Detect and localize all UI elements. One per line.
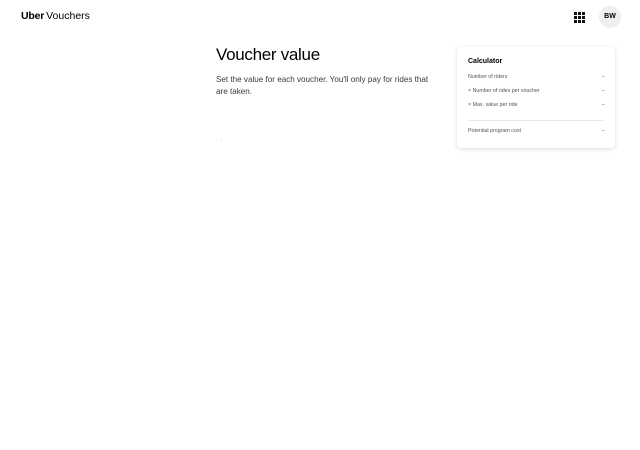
grid-dot [581,11,585,15]
page-title: Voucher value [216,45,320,64]
page-description: Set the value for each voucher. You'll o… [216,75,429,97]
uber-vouchers-logo[interactable]: Uber Vouchers [21,10,90,23]
grid-dot [581,15,585,19]
grid-dot [573,11,577,15]
grid-dot [577,19,581,23]
calc-row-max-value: × Max. value per ride -- [468,101,605,109]
calc-row-value: -- [601,88,605,94]
calc-total-value: -- [601,128,605,134]
calculator-title: Calculator [468,58,503,65]
calc-row-rides-per-voucher: × Number of rides per voucher -- [468,87,605,95]
apps-grid-icon[interactable] [569,7,589,27]
calc-divider [468,120,604,121]
top-bar: Uber Vouchers BW [0,0,640,34]
logo-brand: Uber [21,10,45,22]
calc-row-value: -- [601,74,605,80]
user-avatar[interactable]: BW [599,6,621,28]
calc-row-total: Potential program cost -- [468,127,605,135]
loading-indicator [221,139,222,140]
calc-row-label: Number of riders [468,74,508,80]
page: Uber Vouchers BW Voucher value Set the va… [0,0,640,450]
calc-row-value: -- [601,102,605,108]
grid-dot [577,15,581,19]
calculator-card: Calculator Number of riders -- × Number … [457,47,615,148]
calc-row-label: × Number of rides per voucher [468,88,540,94]
calc-total-label: Potential program cost [468,128,521,134]
calc-row-label: × Max. value per ride [468,102,518,108]
main-content: Voucher value Set the value for each vou… [216,44,446,98]
grid-dot [577,11,581,15]
grid-dot [573,15,577,19]
calc-row-riders: Number of riders -- [468,73,605,81]
grid-dot [581,19,585,23]
logo-product: Vouchers [46,10,90,22]
grid-dot [573,19,577,23]
